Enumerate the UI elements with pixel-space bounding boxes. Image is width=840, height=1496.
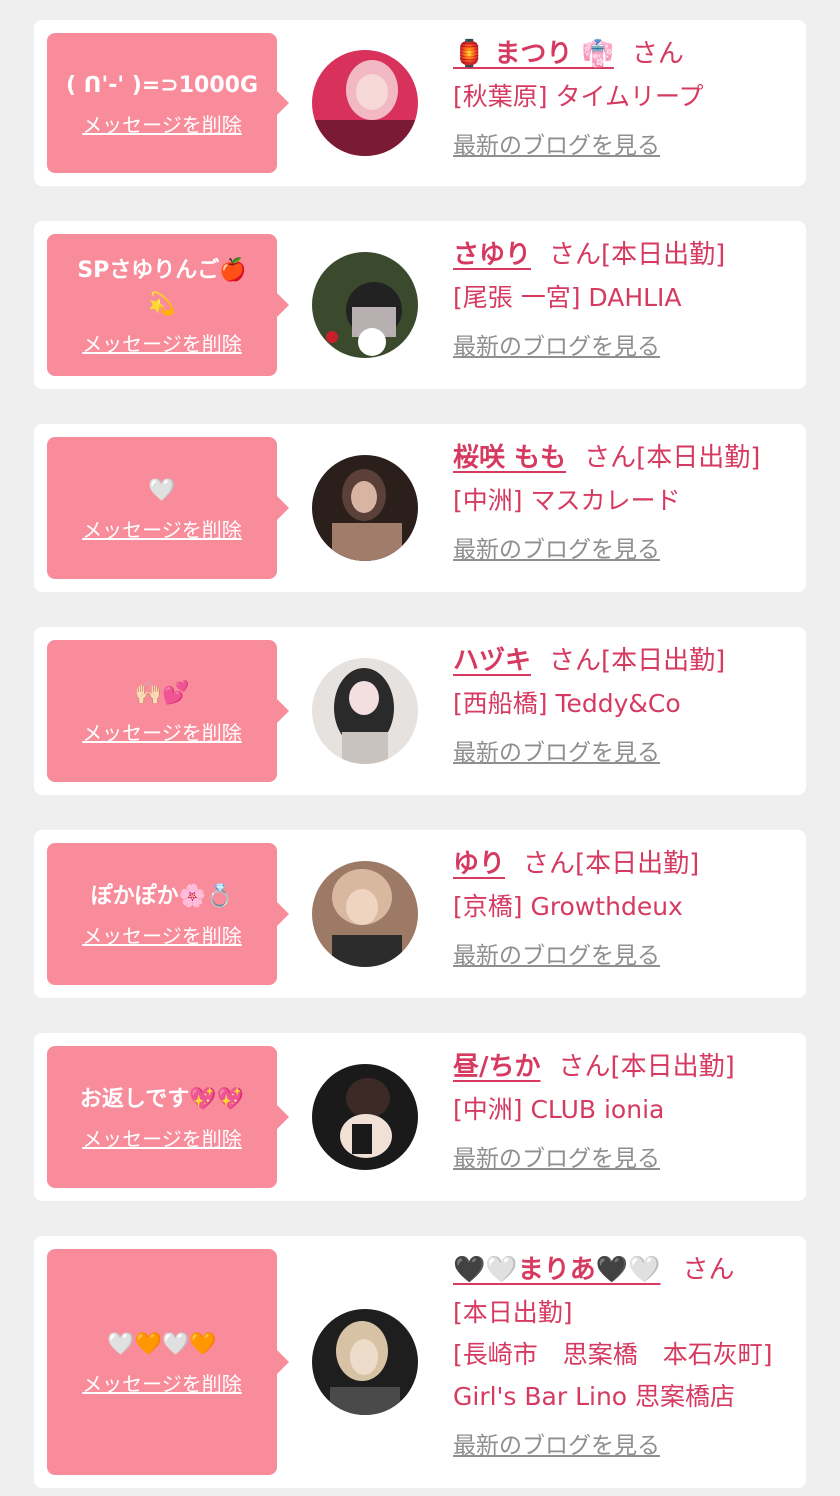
message-card: 🙌🏻💕 メッセージを削除 ハヅキ さん[本日出勤] [西船橋] Teddy&Co …: [34, 627, 806, 795]
cast-info: 昼/ちか さん[本日出勤] [中洲] CLUB ionia 最新のブログを見る: [453, 1045, 792, 1179]
avatar[interactable]: [312, 658, 418, 764]
shop-label: [秋葉原] タイムリープ: [453, 82, 704, 111]
name-line: 桜咲 もも さん[本日出勤]: [453, 436, 792, 480]
message-text: 🤍: [148, 477, 176, 503]
message-text: ぽかぽか🌸💍: [90, 883, 234, 909]
shop-label: [西船橋] Teddy&Co: [453, 689, 681, 718]
avatar[interactable]: [312, 861, 418, 967]
message-list: ( ᑎ'-' )=⊃1000G メッセージを削除 🏮 まつり 👘 さん [秋葉原]…: [0, 0, 840, 1496]
message-bubble: 🤍 メッセージを削除: [47, 437, 289, 579]
cast-name-link[interactable]: ゆり: [453, 849, 505, 879]
message-card: 🤍🧡🤍🧡 メッセージを削除 🖤🤍まりあ🖤🤍 さん [本日出勤] [長崎市 思案橋 …: [34, 1236, 806, 1488]
avatar[interactable]: [312, 50, 418, 156]
cast-info: ハヅキ さん[本日出勤] [西船橋] Teddy&Co 最新のブログを見る: [453, 639, 792, 773]
status-label: [本日出勤]: [636, 443, 761, 473]
message-bubble: 🤍🧡🤍🧡 メッセージを削除: [47, 1249, 289, 1475]
cast-name-link[interactable]: ハヅキ: [453, 646, 531, 676]
message-bubble: ( ᑎ'-' )=⊃1000G メッセージを削除: [47, 33, 289, 173]
avatar-photo-icon: [312, 1309, 418, 1415]
shop-label: [京橋] Growthdeux: [453, 892, 683, 921]
honorific: さん: [682, 1255, 735, 1285]
honorific: さん: [549, 240, 602, 270]
message-text: お返しです💖💖: [79, 1086, 245, 1112]
status-label: [本日出勤]: [601, 646, 726, 676]
shop-label: [長崎市 思案橋 本石灰町] Girl's Bar Lino 思案橋店: [453, 1340, 773, 1411]
name-line: 🖤🤍まりあ🖤🤍 さん: [453, 1248, 792, 1292]
honorific: さん: [523, 849, 576, 879]
avatar-photo-icon: [312, 658, 418, 764]
latest-blog-link[interactable]: 最新のブログを見る: [453, 126, 660, 166]
message-card: 🤍 メッセージを削除 桜咲 もも さん[本日出勤] [中洲] マスカレード 最新の…: [34, 424, 806, 592]
message-bubble: 🙌🏻💕 メッセージを削除: [47, 640, 289, 782]
message-card: ( ᑎ'-' )=⊃1000G メッセージを削除 🏮 まつり 👘 さん [秋葉原]…: [34, 20, 806, 186]
honorific: さん: [558, 1052, 611, 1082]
name-line: ゆり さん[本日出勤]: [453, 842, 792, 886]
name-line: 🏮 まつり 👘 さん: [453, 32, 792, 76]
delete-message-link[interactable]: メッセージを削除: [82, 717, 242, 746]
status-label: [本日出勤]: [610, 1052, 735, 1082]
cast-info: ゆり さん[本日出勤] [京橋] Growthdeux 最新のブログを見る: [453, 842, 792, 976]
honorific: さん: [584, 443, 637, 473]
avatar[interactable]: [312, 455, 418, 561]
delete-message-link[interactable]: メッセージを削除: [82, 514, 242, 543]
avatar-photo-icon: [312, 861, 418, 967]
message-text: SPさゆりんご🍎💫: [77, 257, 247, 317]
cast-name-link[interactable]: 昼/ちか: [453, 1052, 541, 1082]
latest-blog-link[interactable]: 最新のブログを見る: [453, 1139, 660, 1179]
message-card: お返しです💖💖 メッセージを削除 昼/ちか さん[本日出勤] [中洲] CLUB …: [34, 1033, 806, 1201]
avatar[interactable]: [312, 252, 418, 358]
avatar[interactable]: [312, 1309, 418, 1415]
name-line: さゆり さん[本日出勤]: [453, 233, 792, 277]
cast-name-link[interactable]: 桜咲 もも: [453, 443, 566, 473]
message-card: SPさゆりんご🍎💫 メッセージを削除 さゆり さん[本日出勤] [尾張 一宮] D…: [34, 221, 806, 389]
shop-label: [尾張 一宮] DAHLIA: [453, 283, 682, 312]
delete-message-link[interactable]: メッセージを削除: [82, 1368, 242, 1397]
cast-name-link[interactable]: 🖤🤍まりあ🖤🤍: [453, 1255, 661, 1285]
message-bubble: お返しです💖💖 メッセージを削除: [47, 1046, 289, 1188]
status-label: [本日出勤]: [453, 1298, 573, 1327]
latest-blog-link[interactable]: 最新のブログを見る: [453, 936, 660, 976]
status-label: [本日出勤]: [601, 240, 726, 270]
avatar-photo-icon: [312, 1064, 418, 1170]
latest-blog-link[interactable]: 最新のブログを見る: [453, 530, 660, 570]
message-text: ( ᑎ'-' )=⊃1000G: [65, 72, 259, 98]
message-text: 🙌🏻💕: [134, 680, 190, 706]
latest-blog-link[interactable]: 最新のブログを見る: [453, 327, 660, 367]
shop-label: [中洲] CLUB ionia: [453, 1095, 665, 1124]
cast-info: さゆり さん[本日出勤] [尾張 一宮] DAHLIA 最新のブログを見る: [453, 233, 792, 367]
shop-label: [中洲] マスカレード: [453, 486, 681, 515]
delete-message-link[interactable]: メッセージを削除: [82, 328, 242, 357]
delete-message-link[interactable]: メッセージを削除: [82, 920, 242, 949]
cast-info: 桜咲 もも さん[本日出勤] [中洲] マスカレード 最新のブログを見る: [453, 436, 792, 570]
status-label: [本日出勤]: [575, 849, 700, 879]
name-line: ハヅキ さん[本日出勤]: [453, 639, 792, 683]
message-text: 🤍🧡🤍🧡: [107, 1331, 217, 1357]
message-bubble: ぽかぽか🌸💍 メッセージを削除: [47, 843, 289, 985]
avatar-photo-icon: [312, 455, 418, 561]
cast-name-link[interactable]: 🏮 まつり 👘: [453, 39, 614, 69]
honorific: さん: [549, 646, 602, 676]
message-card: ぽかぽか🌸💍 メッセージを削除 ゆり さん[本日出勤] [京橋] Growthde…: [34, 830, 806, 998]
delete-message-link[interactable]: メッセージを削除: [82, 1123, 242, 1152]
honorific: さん: [631, 39, 684, 69]
latest-blog-link[interactable]: 最新のブログを見る: [453, 733, 660, 773]
avatar-photo-icon: [312, 50, 418, 156]
avatar[interactable]: [312, 1064, 418, 1170]
message-bubble: SPさゆりんご🍎💫 メッセージを削除: [47, 234, 289, 376]
cast-info: 🏮 まつり 👘 さん [秋葉原] タイムリープ 最新のブログを見る: [453, 32, 792, 166]
latest-blog-link[interactable]: 最新のブログを見る: [453, 1426, 660, 1466]
cast-name-link[interactable]: さゆり: [453, 240, 531, 270]
name-line: 昼/ちか さん[本日出勤]: [453, 1045, 792, 1089]
avatar-photo-icon: [312, 252, 418, 358]
cast-info: 🖤🤍まりあ🖤🤍 さん [本日出勤] [長崎市 思案橋 本石灰町] Girl's B…: [453, 1248, 792, 1466]
delete-message-link[interactable]: メッセージを削除: [82, 109, 242, 138]
